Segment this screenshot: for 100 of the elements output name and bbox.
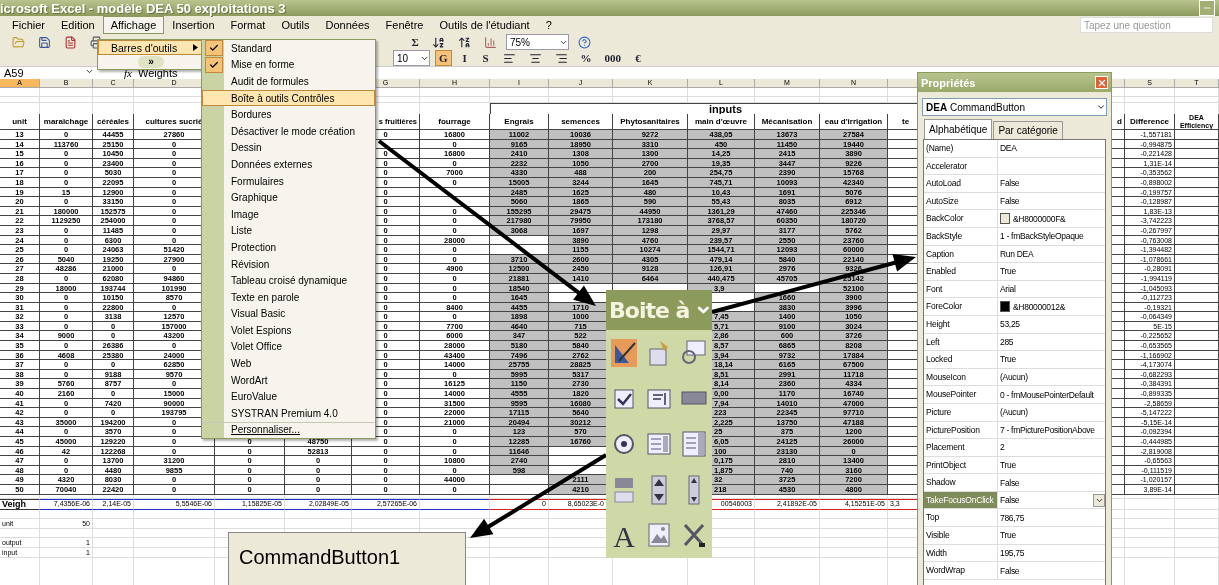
property-value[interactable]: 7 - fmPicturePositionAbove (1000, 424, 1095, 435)
property-value[interactable]: False (1000, 565, 1020, 576)
label-icon[interactable]: A (608, 519, 639, 552)
font-size-dropdown[interactable]: 10 (393, 50, 430, 66)
header-cell: eau d'irrigation (820, 114, 888, 130)
property-value[interactable]: (Aucun) (1000, 372, 1028, 382)
property-value[interactable]: DEA (1000, 143, 1017, 154)
object-dropdown[interactable]: DEA CommandButton (922, 98, 1107, 116)
property-name[interactable]: BackColor (924, 210, 998, 227)
property-value[interactable]: (Aucun) (1000, 407, 1028, 418)
table-cell (1175, 158, 1219, 169)
table-cell (0, 88, 40, 97)
table-cell (93, 518, 134, 529)
table-cell (1175, 417, 1219, 428)
menu-item[interactable]: Fichier (4, 16, 53, 34)
table-cell (1175, 293, 1219, 303)
property-value[interactable]: True (1000, 530, 1016, 541)
table-cell (755, 528, 820, 538)
property-value[interactable]: 195,75 (1000, 547, 1025, 558)
table-cell (285, 509, 352, 519)
table-cell (0, 509, 40, 519)
menu-item[interactable]: Fenêtre (377, 16, 432, 34)
menu-item[interactable]: Personnaliser... (202, 421, 375, 439)
zoom-dropdown[interactable]: 75% (506, 34, 569, 50)
table-cell (1175, 302, 1219, 313)
table-cell: Veigh (0, 498, 40, 510)
property-value[interactable]: 285 (1000, 336, 1014, 347)
menu-item[interactable]: Mise en forme (202, 56, 375, 74)
table-cell (420, 88, 490, 97)
command-button[interactable]: CommandButton1 (228, 532, 466, 585)
tab[interactable]: Alphabétique (924, 119, 993, 139)
property-value[interactable]: 1 - fmBackStyleOpaque (1000, 231, 1084, 242)
menu-item[interactable]: Outils de l'étudiant (431, 16, 538, 34)
menu-item[interactable]: Standard (202, 40, 375, 57)
menu-item[interactable]: Barres d'outils (98, 40, 204, 55)
menu-item[interactable]: Format (222, 16, 274, 34)
property-value[interactable]: 786,75 (1000, 512, 1025, 523)
table-cell (420, 197, 490, 207)
close-button[interactable] (1095, 76, 1108, 89)
table-cell (1125, 88, 1175, 97)
table-cell (1175, 389, 1219, 399)
number-format-button[interactable]: € (630, 50, 647, 66)
expand-menu-button[interactable]: » (138, 56, 164, 68)
property-value[interactable]: 0 - fmMousePointerDefault (1000, 389, 1094, 400)
table-cell (755, 547, 820, 558)
window-title: icrosoft Excel - modèle DEA 50 exploitations 3 (0, 0, 286, 16)
menu-item[interactable]: ? (537, 16, 560, 34)
property-value[interactable]: &H8000000F& (1013, 213, 1066, 224)
table-cell (1175, 88, 1219, 97)
property-value[interactable]: False (1000, 178, 1020, 189)
property-value[interactable]: True (1000, 460, 1016, 470)
table-cell (1175, 350, 1219, 361)
name-box[interactable]: A59 (0, 67, 94, 79)
dropdown-button[interactable] (1093, 493, 1105, 507)
menu-item[interactable]: Insertion (164, 16, 223, 34)
property-name[interactable]: MousePointer (924, 386, 998, 403)
property-value[interactable]: False (1000, 477, 1020, 488)
sum-button[interactable]: Σ (407, 34, 423, 50)
property-name[interactable]: Locked (924, 351, 998, 368)
property-name[interactable]: Visible (924, 527, 998, 544)
property-name[interactable]: (Name) (924, 140, 998, 157)
format-button[interactable]: I (456, 50, 473, 66)
property-name[interactable]: ForeColor (924, 298, 998, 315)
question-field[interactable]: Tapez une question (1080, 17, 1213, 33)
header-cell: maraîchage (40, 114, 93, 130)
property-value[interactable]: Run DEA (1000, 248, 1034, 259)
panel-title: Propriétés (921, 76, 976, 89)
property-name[interactable]: Shadow (924, 474, 998, 491)
property-value[interactable]: &H80000012& (1013, 301, 1065, 312)
property-name[interactable]: Enabled (924, 263, 998, 280)
property-value[interactable]: 53,25 (1000, 319, 1020, 330)
property-value[interactable]: 2 (1000, 442, 1005, 453)
menu-item[interactable]: Affichage (102, 16, 165, 34)
table-cell (1175, 187, 1219, 198)
table-cell (755, 518, 820, 529)
design-mode-icon[interactable] (608, 336, 639, 369)
property-name[interactable]: Placement (924, 439, 998, 456)
tab[interactable]: Par catégorie (993, 121, 1063, 139)
menu-item[interactable]: Boîte à outils Contrôles (202, 89, 375, 107)
property-value[interactable]: True (1000, 354, 1016, 365)
property-value[interactable]: True (1000, 266, 1016, 277)
table-cell (1175, 537, 1219, 548)
format-button[interactable]: G (435, 50, 452, 66)
table-cell (420, 498, 490, 510)
property-value[interactable]: Arial (1000, 284, 1016, 295)
menu-item[interactable]: Outils (273, 16, 318, 34)
table-cell (93, 509, 134, 519)
property-value[interactable]: False (1000, 196, 1020, 207)
table-cell (1175, 235, 1219, 246)
property-value[interactable]: False (1000, 495, 1020, 506)
number-format-button[interactable]: % (576, 50, 596, 66)
format-button[interactable]: S (477, 50, 494, 66)
property-name[interactable]: WordWrap (924, 562, 998, 579)
menu-item[interactable]: Données (317, 16, 378, 34)
table-cell (1175, 139, 1219, 150)
menu-item[interactable]: Edition (53, 16, 103, 34)
property-name[interactable]: Top (924, 509, 998, 527)
property-name[interactable]: AutoLoad (924, 175, 998, 192)
table-cell (215, 509, 285, 519)
number-format-button[interactable]: 000 (600, 50, 626, 66)
